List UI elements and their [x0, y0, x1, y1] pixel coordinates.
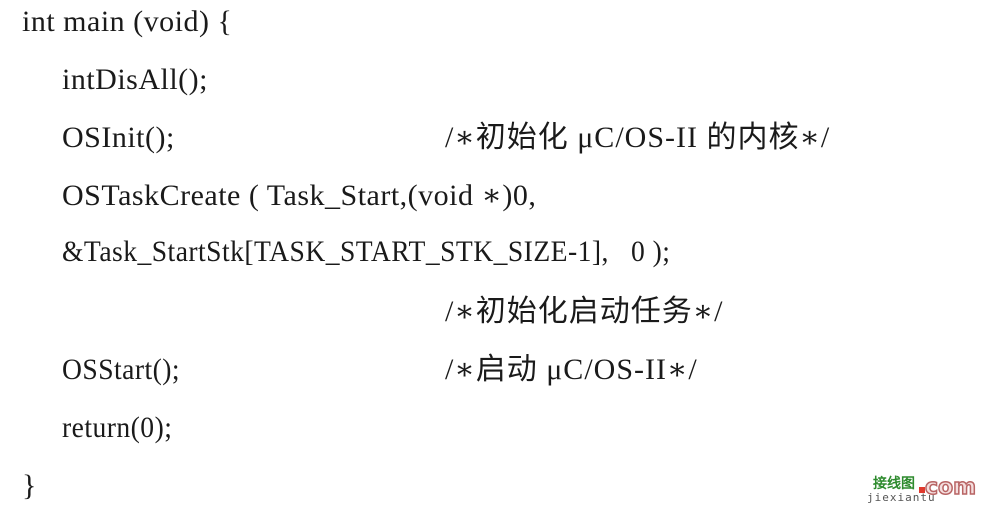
code-line-ostaskcreate: OSTaskCreate ( Task_Start,(void ∗)0, — [62, 179, 537, 212]
code-listing: int main (void) { intDisAll(); OSInit();… — [0, 0, 983, 513]
code-line-osstart: OSStart(); — [62, 353, 181, 386]
code-line-task-stack: &Task_StartStk[TASK_START_STK_SIZE-1], 0… — [62, 235, 671, 268]
code-line-intdisall: intDisAll(); — [62, 63, 208, 96]
watermark-chinese: 接线图 — [873, 476, 915, 492]
code-line-return: return(0); — [62, 411, 173, 444]
comment-osinit: /∗初始化 μC/OS-II 的内核∗/ — [445, 121, 831, 154]
watermark-logo: 接线图 jiexiantu com — [861, 473, 981, 509]
code-line-osinit: OSInit(); — [62, 121, 175, 154]
code-line-closing-brace: } — [22, 469, 37, 502]
comment-task-create: /∗初始化启动任务∗/ — [445, 295, 724, 328]
watermark-com: com — [924, 474, 977, 501]
code-line-main-signature: int main (void) { — [22, 5, 233, 38]
comment-osstart: /∗启动 μC/OS-II∗/ — [445, 353, 698, 386]
